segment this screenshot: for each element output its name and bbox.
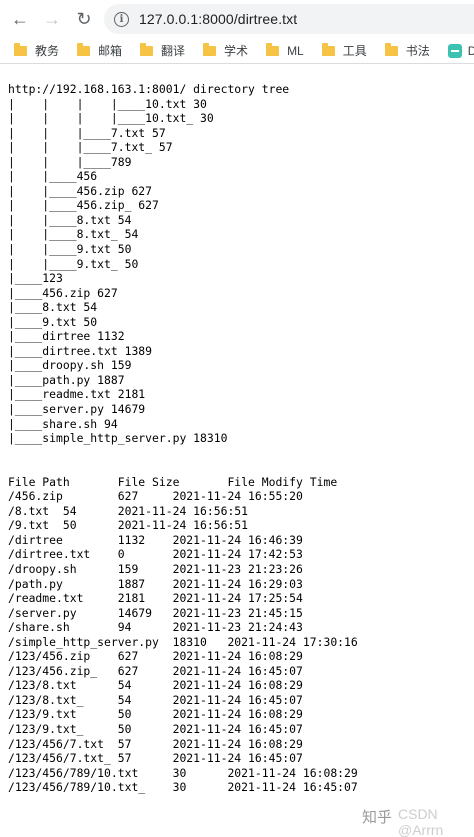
tree-line: | |____456.zip 627 bbox=[8, 183, 153, 198]
bookmark-label: 教务 bbox=[35, 44, 60, 58]
tree-line: |____server.py 14679 bbox=[8, 402, 146, 417]
tree-line: |____dirtree 1132 bbox=[8, 329, 125, 344]
table-row: /9.txt 50 2021-11-24 16:56:51 bbox=[8, 518, 249, 533]
bookmark-label: 书法 bbox=[405, 44, 430, 58]
tree-line: | |____456 bbox=[8, 169, 98, 184]
table-row: /8.txt 54 2021-11-24 16:56:51 bbox=[8, 503, 249, 518]
tree-line: |____readme.txt 2181 bbox=[8, 387, 146, 402]
bookmark-label: D bbox=[468, 44, 474, 58]
site-info-icon[interactable]: i bbox=[114, 11, 129, 27]
tree-line: | |____9.txt 50 bbox=[8, 242, 132, 257]
table-row: /123/8.txt_ 54 2021-11-24 16:45:07 bbox=[8, 692, 303, 707]
tree-line: | | | |____10.txt 30 bbox=[8, 96, 207, 111]
tree-line: http://192.168.163.1:8001/ directory tre… bbox=[8, 82, 290, 96]
table-row: /dirtree 1132 2021-11-24 16:46:39 bbox=[8, 532, 303, 547]
table-header: File Path File Size File Modify Time bbox=[8, 474, 338, 489]
table-row: /456.zip 627 2021-11-24 16:55:20 bbox=[8, 489, 303, 504]
folder-icon bbox=[77, 42, 91, 56]
table-row: /share.sh 94 2021-11-23 21:24:43 bbox=[8, 620, 303, 635]
tree-line: | |____8.txt_ 54 bbox=[8, 227, 139, 242]
table-row: /123/8.txt 54 2021-11-24 16:08:29 bbox=[8, 678, 303, 693]
folder-icon bbox=[14, 42, 27, 56]
bookmark-folder[interactable]: ML bbox=[266, 42, 304, 58]
folder-icon bbox=[384, 42, 398, 56]
directory-tree: http://192.168.163.1:8001/ directory tre… bbox=[8, 82, 468, 446]
table-row: /123/456/789/10.txt_ 30 2021-11-24 16:45… bbox=[8, 780, 358, 795]
table-row: /123/456/7.txt 57 2021-11-24 16:08:29 bbox=[8, 736, 303, 751]
tree-line: |____share.sh 94 bbox=[8, 416, 118, 431]
tree-line: |____droopy.sh 159 bbox=[8, 358, 132, 373]
bookmark-app[interactable]: D bbox=[447, 43, 474, 58]
tree-line: |____456.zip 627 bbox=[8, 285, 118, 300]
browser-toolbar: ← → ↻ i 127.0.0.1:8000/dirtree.txt bbox=[0, 0, 474, 38]
file-table: File Path File Size File Modify Time /45… bbox=[8, 475, 468, 795]
bookmark-label: 工具 bbox=[342, 44, 367, 58]
tree-line: |____simple_http_server.py 18310 bbox=[8, 431, 228, 446]
tree-line: |____path.py 1887 bbox=[8, 372, 125, 387]
bookmark-label: 翻译 bbox=[161, 44, 186, 58]
watermark-csdn: CSDN @Arrrn bbox=[398, 806, 444, 837]
tree-line: | |____456.zip_ 627 bbox=[8, 198, 159, 213]
table-row: /123/456/7.txt_ 57 2021-11-24 16:45:07 bbox=[8, 751, 303, 766]
tree-line: | | |____7.txt 57 bbox=[8, 125, 166, 140]
bookmark-label: 学术 bbox=[224, 44, 249, 58]
bookmark-folder[interactable]: 邮箱 bbox=[77, 42, 122, 59]
bookmark-label: 邮箱 bbox=[98, 44, 123, 58]
back-arrow-icon[interactable]: ← bbox=[6, 5, 34, 33]
bookmark-folder[interactable]: 学术 bbox=[203, 42, 248, 59]
tree-line: | | |____789 bbox=[8, 154, 132, 169]
bookmark-folder[interactable]: 工具 bbox=[321, 42, 367, 59]
address-bar[interactable]: i 127.0.0.1:8000/dirtree.txt bbox=[104, 4, 474, 34]
tree-line: |____9.txt 50 bbox=[8, 314, 98, 329]
table-row: /server.py 14679 2021-11-23 21:45:15 bbox=[8, 605, 303, 620]
tree-line: | |____9.txt_ 50 bbox=[8, 256, 139, 271]
table-row: /123/456/789/10.txt 30 2021-11-24 16:08:… bbox=[8, 765, 358, 780]
table-row: /path.py 1887 2021-11-24 16:29:03 bbox=[8, 576, 303, 591]
reload-icon[interactable]: ↻ bbox=[70, 5, 98, 33]
bookmark-folder[interactable]: 翻译 bbox=[140, 42, 185, 59]
forward-arrow-icon[interactable]: → bbox=[38, 5, 66, 33]
bookmark-folder[interactable]: 教务 bbox=[14, 42, 59, 59]
tree-line: |____8.txt 54 bbox=[8, 300, 98, 315]
tree-line: | | | |____10.txt_ 30 bbox=[8, 111, 214, 126]
folder-icon bbox=[140, 42, 154, 56]
folder-icon bbox=[321, 42, 335, 56]
table-row: /dirtree.txt 0 2021-11-24 17:42:53 bbox=[8, 547, 303, 562]
page-content: http://192.168.163.1:8001/ directory tre… bbox=[8, 82, 468, 795]
table-row: /123/9.txt 50 2021-11-24 16:08:29 bbox=[8, 707, 303, 722]
tree-line: | |____8.txt 54 bbox=[8, 212, 132, 227]
tree-line: | | |____7.txt_ 57 bbox=[8, 140, 173, 155]
table-row: /readme.txt 2181 2021-11-24 17:25:54 bbox=[8, 591, 303, 606]
table-row: /123/456.zip 627 2021-11-24 16:08:29 bbox=[8, 649, 303, 664]
bookmark-folder[interactable]: 书法 bbox=[384, 42, 430, 59]
bookmarks-bar: 教务 邮箱 翻译 学术 ML 工具 书法 D bbox=[0, 38, 474, 64]
table-row: /simple_http_server.py 18310 2021-11-24 … bbox=[8, 634, 358, 649]
folder-icon bbox=[266, 42, 280, 56]
bookmark-label: ML bbox=[287, 43, 304, 58]
app-icon bbox=[447, 43, 462, 58]
folder-icon bbox=[203, 42, 217, 56]
table-row: /123/456.zip_ 627 2021-11-24 16:45:07 bbox=[8, 663, 303, 678]
watermark-zhihu: 知乎 bbox=[362, 809, 393, 826]
tree-line: |____dirtree.txt 1389 bbox=[8, 343, 153, 358]
url-text[interactable]: 127.0.0.1:8000/dirtree.txt bbox=[139, 11, 297, 27]
table-row: /droopy.sh 159 2021-11-23 21:23:26 bbox=[8, 561, 303, 576]
table-row: /123/9.txt_ 50 2021-11-24 16:45:07 bbox=[8, 721, 303, 736]
tree-line: |____123 bbox=[8, 271, 63, 286]
